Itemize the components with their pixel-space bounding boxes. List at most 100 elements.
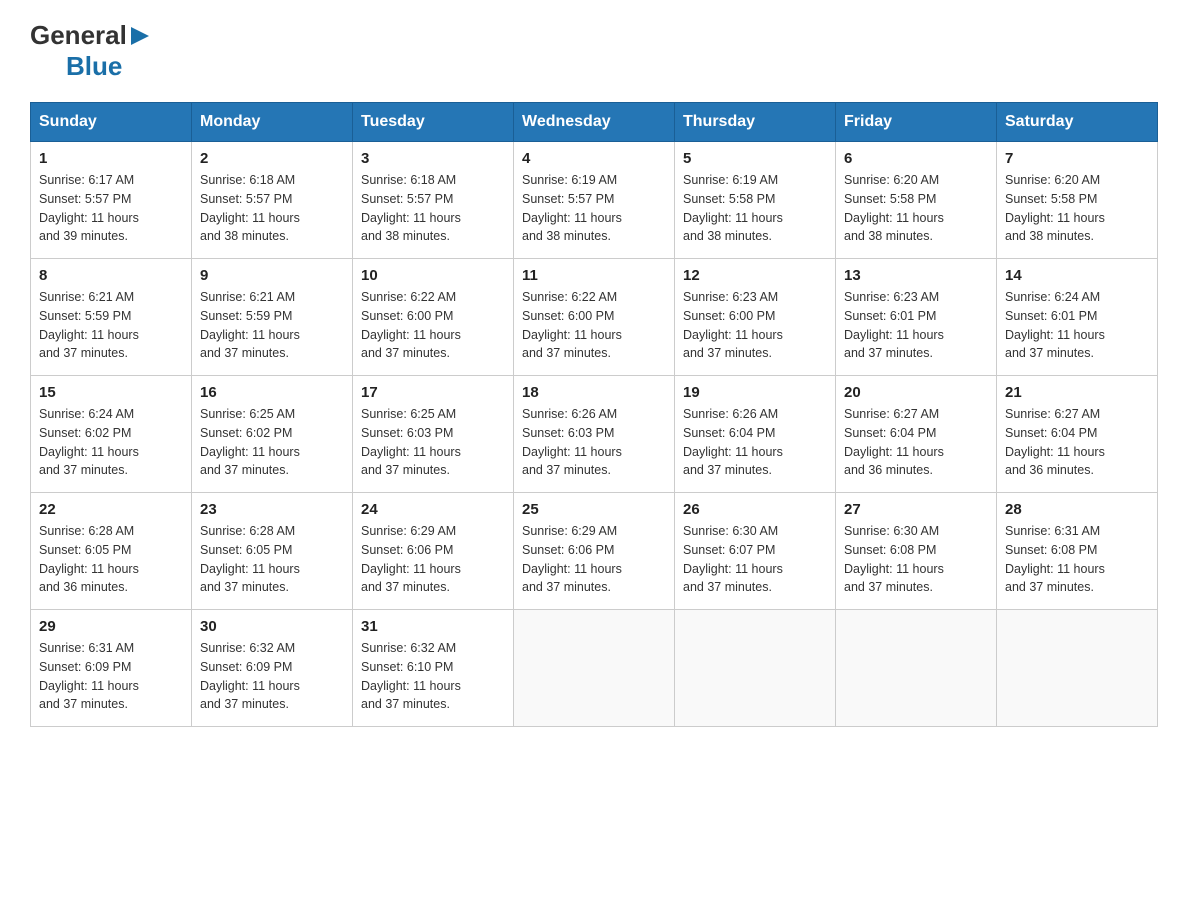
calendar-cell bbox=[997, 610, 1158, 727]
day-number: 27 bbox=[844, 501, 988, 518]
calendar-cell: 19 Sunrise: 6:26 AMSunset: 6:04 PMDayligh… bbox=[675, 376, 836, 493]
day-number: 20 bbox=[844, 384, 988, 401]
calendar-cell: 4 Sunrise: 6:19 AMSunset: 5:57 PMDaylight… bbox=[514, 142, 675, 259]
calendar-cell: 9 Sunrise: 6:21 AMSunset: 5:59 PMDaylight… bbox=[192, 259, 353, 376]
day-info: Sunrise: 6:19 AMSunset: 5:58 PMDaylight:… bbox=[683, 171, 827, 246]
day-info: Sunrise: 6:18 AMSunset: 5:57 PMDaylight:… bbox=[361, 171, 505, 246]
day-info: Sunrise: 6:27 AMSunset: 6:04 PMDaylight:… bbox=[1005, 405, 1149, 480]
day-info: Sunrise: 6:19 AMSunset: 5:57 PMDaylight:… bbox=[522, 171, 666, 246]
calendar-cell: 14 Sunrise: 6:24 AMSunset: 6:01 PMDayligh… bbox=[997, 259, 1158, 376]
day-info: Sunrise: 6:22 AMSunset: 6:00 PMDaylight:… bbox=[522, 288, 666, 363]
day-info: Sunrise: 6:31 AMSunset: 6:08 PMDaylight:… bbox=[1005, 522, 1149, 597]
day-number: 29 bbox=[39, 618, 183, 635]
day-info: Sunrise: 6:23 AMSunset: 6:00 PMDaylight:… bbox=[683, 288, 827, 363]
day-number: 28 bbox=[1005, 501, 1149, 518]
day-number: 17 bbox=[361, 384, 505, 401]
calendar-cell: 21 Sunrise: 6:27 AMSunset: 6:04 PMDayligh… bbox=[997, 376, 1158, 493]
day-info: Sunrise: 6:26 AMSunset: 6:03 PMDaylight:… bbox=[522, 405, 666, 480]
calendar-cell: 27 Sunrise: 6:30 AMSunset: 6:08 PMDayligh… bbox=[836, 493, 997, 610]
day-number: 25 bbox=[522, 501, 666, 518]
day-number: 6 bbox=[844, 150, 988, 167]
day-info: Sunrise: 6:20 AMSunset: 5:58 PMDaylight:… bbox=[1005, 171, 1149, 246]
day-number: 14 bbox=[1005, 267, 1149, 284]
calendar-cell bbox=[514, 610, 675, 727]
day-number: 19 bbox=[683, 384, 827, 401]
day-info: Sunrise: 6:30 AMSunset: 6:07 PMDaylight:… bbox=[683, 522, 827, 597]
day-info: Sunrise: 6:32 AMSunset: 6:10 PMDaylight:… bbox=[361, 639, 505, 714]
day-number: 23 bbox=[200, 501, 344, 518]
day-info: Sunrise: 6:29 AMSunset: 6:06 PMDaylight:… bbox=[522, 522, 666, 597]
day-number: 30 bbox=[200, 618, 344, 635]
calendar-cell: 11 Sunrise: 6:22 AMSunset: 6:00 PMDayligh… bbox=[514, 259, 675, 376]
page-header: General Blue bbox=[30, 20, 1158, 82]
day-info: Sunrise: 6:22 AMSunset: 6:00 PMDaylight:… bbox=[361, 288, 505, 363]
calendar-cell: 12 Sunrise: 6:23 AMSunset: 6:00 PMDayligh… bbox=[675, 259, 836, 376]
day-number: 26 bbox=[683, 501, 827, 518]
day-number: 31 bbox=[361, 618, 505, 635]
day-info: Sunrise: 6:28 AMSunset: 6:05 PMDaylight:… bbox=[200, 522, 344, 597]
day-info: Sunrise: 6:17 AMSunset: 5:57 PMDaylight:… bbox=[39, 171, 183, 246]
logo-general-text: General bbox=[30, 20, 127, 51]
day-info: Sunrise: 6:21 AMSunset: 5:59 PMDaylight:… bbox=[200, 288, 344, 363]
calendar-cell: 31 Sunrise: 6:32 AMSunset: 6:10 PMDayligh… bbox=[353, 610, 514, 727]
day-info: Sunrise: 6:21 AMSunset: 5:59 PMDaylight:… bbox=[39, 288, 183, 363]
day-number: 4 bbox=[522, 150, 666, 167]
calendar-header-friday: Friday bbox=[836, 103, 997, 142]
day-info: Sunrise: 6:23 AMSunset: 6:01 PMDaylight:… bbox=[844, 288, 988, 363]
calendar-cell: 17 Sunrise: 6:25 AMSunset: 6:03 PMDayligh… bbox=[353, 376, 514, 493]
day-number: 9 bbox=[200, 267, 344, 284]
calendar-cell: 2Sunrise: 6:18 AMSunset: 5:57 PMDaylight… bbox=[192, 142, 353, 259]
calendar-cell: 13 Sunrise: 6:23 AMSunset: 6:01 PMDayligh… bbox=[836, 259, 997, 376]
calendar-header-thursday: Thursday bbox=[675, 103, 836, 142]
day-number: 13 bbox=[844, 267, 988, 284]
calendar-week-row: 22 Sunrise: 6:28 AMSunset: 6:05 PMDayligh… bbox=[31, 493, 1158, 610]
day-number: 5 bbox=[683, 150, 827, 167]
day-number: 24 bbox=[361, 501, 505, 518]
calendar-week-row: 1 Sunrise: 6:17 AMSunset: 5:57 PMDaylight… bbox=[31, 142, 1158, 259]
logo: General Blue bbox=[30, 20, 153, 82]
day-number: 12 bbox=[683, 267, 827, 284]
day-number: 1 bbox=[39, 150, 183, 167]
day-info: Sunrise: 6:32 AMSunset: 6:09 PMDaylight:… bbox=[200, 639, 344, 714]
day-info: Sunrise: 6:28 AMSunset: 6:05 PMDaylight:… bbox=[39, 522, 183, 597]
day-number: 2 bbox=[200, 150, 344, 167]
calendar-cell: 18Sunrise: 6:26 AMSunset: 6:03 PMDayligh… bbox=[514, 376, 675, 493]
calendar-header-monday: Monday bbox=[192, 103, 353, 142]
day-number: 11 bbox=[522, 267, 666, 284]
day-number: 15 bbox=[39, 384, 183, 401]
day-number: 10 bbox=[361, 267, 505, 284]
day-number: 3 bbox=[361, 150, 505, 167]
calendar-cell: 15Sunrise: 6:24 AMSunset: 6:02 PMDayligh… bbox=[31, 376, 192, 493]
day-number: 16 bbox=[200, 384, 344, 401]
day-info: Sunrise: 6:30 AMSunset: 6:08 PMDaylight:… bbox=[844, 522, 988, 597]
calendar-header-row: SundayMondayTuesdayWednesdayThursdayFrid… bbox=[31, 103, 1158, 142]
calendar-cell: 6Sunrise: 6:20 AMSunset: 5:58 PMDaylight… bbox=[836, 142, 997, 259]
calendar-cell: 29Sunrise: 6:31 AMSunset: 6:09 PMDayligh… bbox=[31, 610, 192, 727]
day-number: 7 bbox=[1005, 150, 1149, 167]
calendar-cell: 24 Sunrise: 6:29 AMSunset: 6:06 PMDayligh… bbox=[353, 493, 514, 610]
calendar-cell: 5 Sunrise: 6:19 AMSunset: 5:58 PMDaylight… bbox=[675, 142, 836, 259]
calendar-cell bbox=[836, 610, 997, 727]
day-info: Sunrise: 6:26 AMSunset: 6:04 PMDaylight:… bbox=[683, 405, 827, 480]
day-number: 22 bbox=[39, 501, 183, 518]
calendar-header-saturday: Saturday bbox=[997, 103, 1158, 142]
calendar-week-row: 15Sunrise: 6:24 AMSunset: 6:02 PMDayligh… bbox=[31, 376, 1158, 493]
calendar-header-wednesday: Wednesday bbox=[514, 103, 675, 142]
calendar-cell: 10 Sunrise: 6:22 AMSunset: 6:00 PMDayligh… bbox=[353, 259, 514, 376]
day-info: Sunrise: 6:25 AMSunset: 6:02 PMDaylight:… bbox=[200, 405, 344, 480]
logo-blue-text: Blue bbox=[66, 51, 122, 82]
calendar-cell: 22 Sunrise: 6:28 AMSunset: 6:05 PMDayligh… bbox=[31, 493, 192, 610]
calendar-cell bbox=[675, 610, 836, 727]
calendar-cell: 26 Sunrise: 6:30 AMSunset: 6:07 PMDayligh… bbox=[675, 493, 836, 610]
calendar-cell: 25 Sunrise: 6:29 AMSunset: 6:06 PMDayligh… bbox=[514, 493, 675, 610]
day-info: Sunrise: 6:29 AMSunset: 6:06 PMDaylight:… bbox=[361, 522, 505, 597]
day-number: 8 bbox=[39, 267, 183, 284]
logo-arrow-icon bbox=[129, 25, 151, 47]
calendar-week-row: 8 Sunrise: 6:21 AMSunset: 5:59 PMDaylight… bbox=[31, 259, 1158, 376]
day-info: Sunrise: 6:27 AMSunset: 6:04 PMDaylight:… bbox=[844, 405, 988, 480]
day-info: Sunrise: 6:24 AMSunset: 6:01 PMDaylight:… bbox=[1005, 288, 1149, 363]
calendar-cell: 8 Sunrise: 6:21 AMSunset: 5:59 PMDaylight… bbox=[31, 259, 192, 376]
calendar-table: SundayMondayTuesdayWednesdayThursdayFrid… bbox=[30, 102, 1158, 727]
day-number: 21 bbox=[1005, 384, 1149, 401]
day-info: Sunrise: 6:25 AMSunset: 6:03 PMDaylight:… bbox=[361, 405, 505, 480]
